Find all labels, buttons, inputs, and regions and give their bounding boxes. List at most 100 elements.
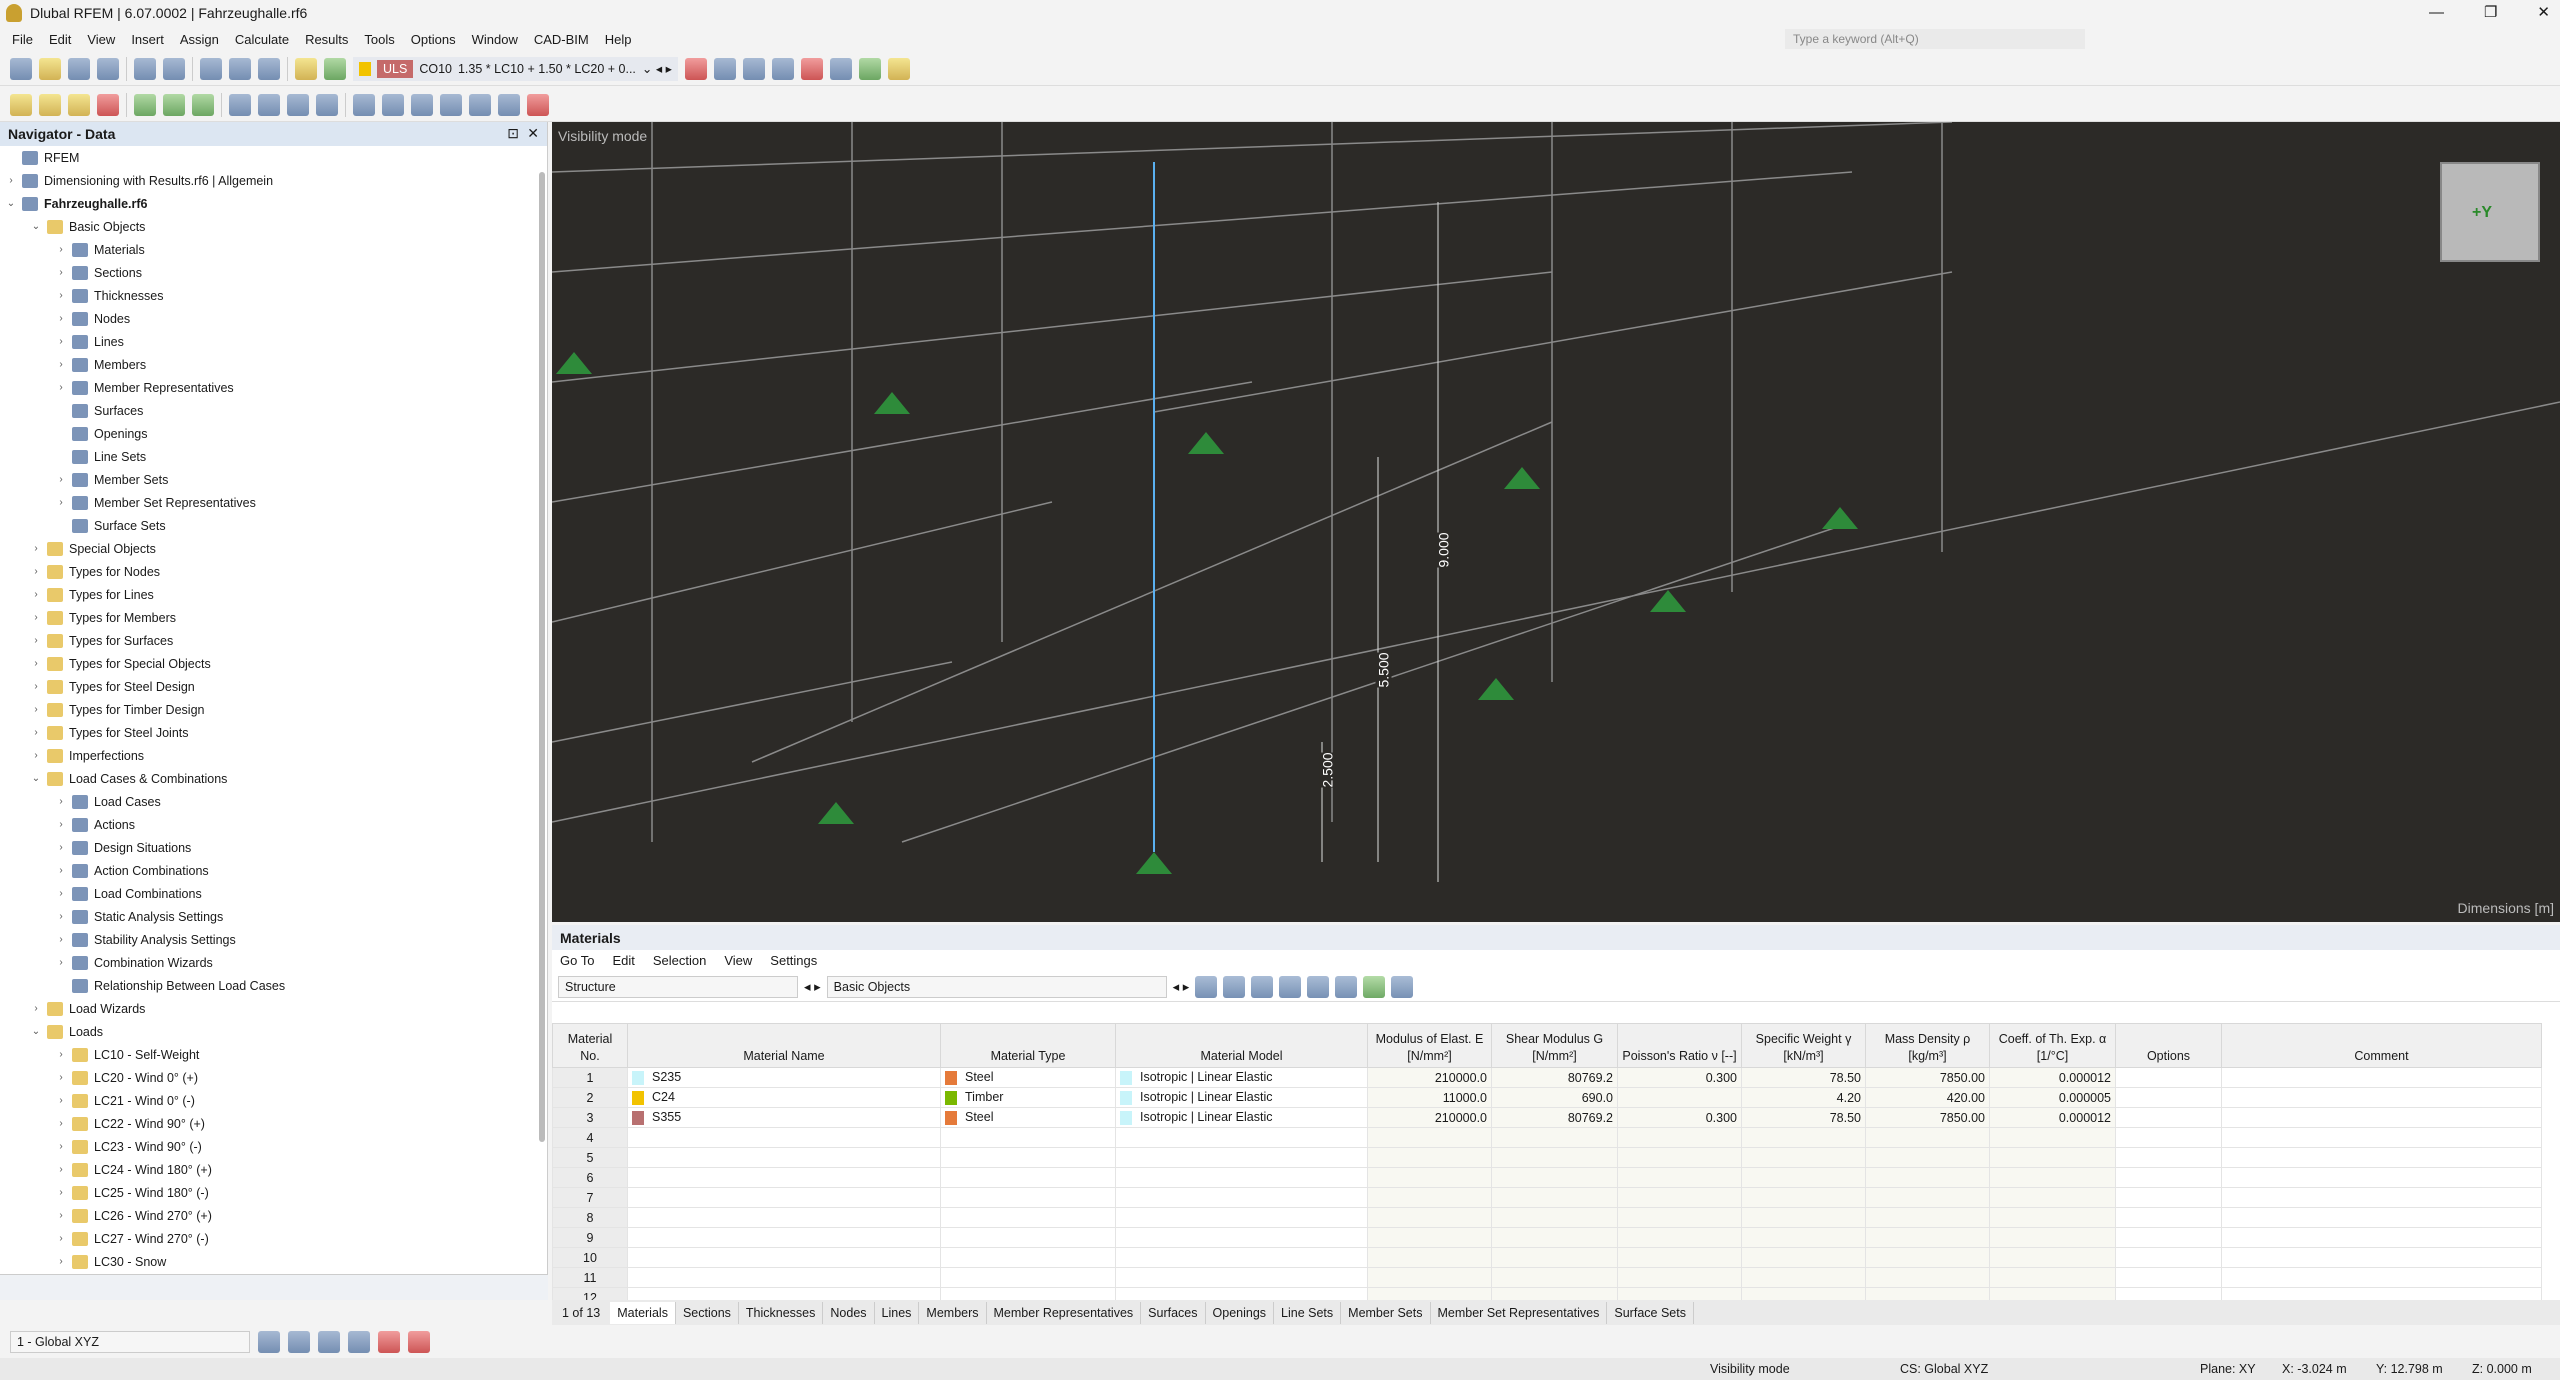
- empty-cell[interactable]: [1491, 1227, 1618, 1248]
- render-icon[interactable]: [771, 57, 794, 80]
- close-button[interactable]: ✕: [2537, 0, 2550, 26]
- view-icon[interactable]: [713, 57, 736, 80]
- expand-icon[interactable]: ›: [29, 750, 43, 761]
- tree-item[interactable]: › Thicknesses: [0, 284, 547, 307]
- empty-cell[interactable]: [940, 1227, 1116, 1248]
- expand-icon[interactable]: ›: [29, 612, 43, 623]
- empty-cell[interactable]: [1989, 1167, 2116, 1188]
- cell-options[interactable]: [2115, 1087, 2222, 1108]
- tree-item[interactable]: › Nodes: [0, 307, 547, 330]
- empty-cell[interactable]: [1617, 1167, 1742, 1188]
- empty-cell[interactable]: [627, 1127, 941, 1148]
- empty-cell[interactable]: [1989, 1147, 2116, 1168]
- empty-cell[interactable]: [1115, 1227, 1368, 1248]
- empty-cell[interactable]: [2115, 1187, 2222, 1208]
- empty-cell[interactable]: [1491, 1187, 1618, 1208]
- tab-line-sets[interactable]: Line Sets: [1274, 1301, 1342, 1324]
- delete-icon[interactable]: [800, 57, 823, 80]
- empty-cell[interactable]: [1367, 1207, 1492, 1228]
- column-header[interactable]: Material Name: [627, 1023, 941, 1068]
- tree-item[interactable]: › Static Analysis Settings: [0, 905, 547, 928]
- cell-type[interactable]: Steel: [940, 1107, 1116, 1128]
- formula-icon[interactable]: [1335, 975, 1358, 998]
- expand-icon[interactable]: ›: [54, 1256, 68, 1267]
- section-icon[interactable]: [316, 93, 338, 116]
- script-icon[interactable]: [258, 57, 280, 80]
- column-header[interactable]: Shear Modulus G [N/mm²]: [1491, 1023, 1618, 1068]
- expand-icon[interactable]: ›: [4, 175, 18, 186]
- grid-snap-icon[interactable]: [498, 93, 520, 116]
- expand-icon[interactable]: ›: [54, 1187, 68, 1198]
- structure-select[interactable]: Structure: [558, 975, 798, 998]
- tree-item[interactable]: › Types for Members: [0, 606, 547, 629]
- cell-nu[interactable]: 0.300: [1617, 1067, 1742, 1088]
- cell-G[interactable]: 80769.2: [1491, 1107, 1618, 1128]
- cell-E[interactable]: 11000.0: [1367, 1087, 1492, 1108]
- cell-type[interactable]: Steel: [940, 1067, 1116, 1088]
- tree-item[interactable]: › Action Combinations: [0, 859, 547, 882]
- empty-cell[interactable]: [2115, 1167, 2222, 1188]
- solid-icon[interactable]: [258, 93, 280, 116]
- cell-comment[interactable]: [2221, 1087, 2542, 1108]
- expand-icon[interactable]: ›: [54, 1072, 68, 1083]
- tab-surface-sets[interactable]: Surface Sets: [1607, 1301, 1694, 1324]
- expand-icon[interactable]: ›: [29, 543, 43, 554]
- new-polyline-icon[interactable]: [97, 93, 119, 116]
- empty-cell[interactable]: [2221, 1207, 2542, 1228]
- tree-item[interactable]: › LC21 - Wind 0° (-): [0, 1089, 547, 1112]
- table-row[interactable]: 9: [552, 1227, 2542, 1248]
- expand-icon[interactable]: ›: [29, 1003, 43, 1014]
- select-icon[interactable]: [1195, 975, 1218, 998]
- empty-cell[interactable]: [1989, 1227, 2116, 1248]
- redo-icon[interactable]: [163, 57, 185, 80]
- cell-comment[interactable]: [2221, 1107, 2542, 1128]
- expand-icon[interactable]: ›: [54, 819, 68, 830]
- view-cube[interactable]: +Y: [2440, 162, 2540, 262]
- pin-icon[interactable]: ⊡: [507, 125, 519, 142]
- cell-alpha[interactable]: 0.000012: [1989, 1107, 2116, 1128]
- print-icon[interactable]: [97, 57, 119, 80]
- tab-sections[interactable]: Sections: [676, 1301, 739, 1324]
- expand-icon[interactable]: ›: [29, 704, 43, 715]
- empty-cell[interactable]: [1115, 1207, 1368, 1228]
- empty-cell[interactable]: [1741, 1147, 1866, 1168]
- tree-item[interactable]: › Combination Wizards: [0, 951, 547, 974]
- menu-edit[interactable]: Edit: [41, 32, 79, 47]
- cell-model[interactable]: Isotropic | Linear Elastic: [1115, 1087, 1368, 1108]
- member-load-icon[interactable]: [382, 93, 404, 116]
- empty-cell[interactable]: [940, 1187, 1116, 1208]
- tree-item[interactable]: › Sections: [0, 261, 547, 284]
- tree-item[interactable]: › Dimensioning with Results.rf6 | Allgeme…: [0, 169, 547, 192]
- empty-cell[interactable]: [940, 1167, 1116, 1188]
- tree-item[interactable]: Relationship Between Load Cases: [0, 974, 547, 997]
- tab-member-sets[interactable]: Member Sets: [1341, 1301, 1431, 1324]
- cell-E[interactable]: 210000.0: [1367, 1067, 1492, 1088]
- collapse-icon[interactable]: ⌄: [29, 773, 43, 784]
- expand-icon[interactable]: ›: [54, 1164, 68, 1175]
- load-icon[interactable]: [353, 93, 375, 116]
- empty-cell[interactable]: [1491, 1267, 1618, 1288]
- tree-item[interactable]: › Lines: [0, 330, 547, 353]
- table-row[interactable]: 1 S235 Steel Isotropic | Linear Elastic 2100…: [552, 1067, 2542, 1088]
- tree-item[interactable]: › Load Wizards: [0, 997, 547, 1020]
- empty-cell[interactable]: [1741, 1247, 1866, 1268]
- empty-cell[interactable]: [1115, 1267, 1368, 1288]
- column-header[interactable]: Material No.: [552, 1023, 628, 1068]
- tree-item[interactable]: › Load Combinations: [0, 882, 547, 905]
- empty-cell[interactable]: [1741, 1127, 1866, 1148]
- coordinate-system-select[interactable]: 1 - Global XYZ: [10, 1330, 250, 1353]
- empty-cell[interactable]: [1865, 1247, 1990, 1268]
- tree-item[interactable]: › LC23 - Wind 90° (-): [0, 1135, 547, 1158]
- column-header[interactable]: Comment: [2221, 1023, 2542, 1068]
- empty-cell[interactable]: [1367, 1127, 1492, 1148]
- tab-member-representatives[interactable]: Member Representatives: [987, 1301, 1142, 1324]
- expand-icon[interactable]: ›: [54, 1233, 68, 1244]
- empty-cell[interactable]: [2115, 1147, 2222, 1168]
- expand-icon[interactable]: ›: [54, 359, 68, 370]
- undo-icon[interactable]: [134, 57, 156, 80]
- shade-icon[interactable]: [887, 57, 910, 80]
- close-navigator-button[interactable]: ✕: [527, 125, 539, 142]
- expand-icon[interactable]: ›: [29, 727, 43, 738]
- expand-icon[interactable]: ›: [54, 497, 68, 508]
- tree-item[interactable]: › Types for Nodes: [0, 560, 547, 583]
